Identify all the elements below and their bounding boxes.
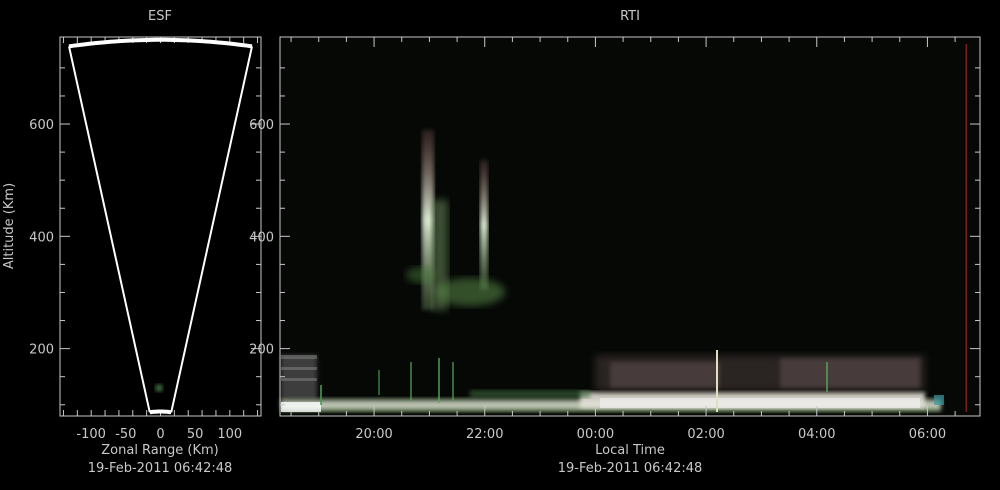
- rti-x-tick-labels: 20:00 22:00 00:00 02:00 04:00 06:00: [355, 427, 946, 442]
- rti-panel: RTI 200400600 20:00 22:00 00:00 02:00 04…: [249, 9, 981, 476]
- esf-title: ESF: [148, 9, 172, 24]
- esf-x-tick-label: 0: [156, 427, 164, 442]
- rti-x-tick-label: 20:00: [355, 427, 392, 442]
- esf-inner-arc: [149, 409, 172, 415]
- rti-x-tick-label: 06:00: [909, 427, 946, 442]
- rti-x-tick-label: 22:00: [466, 427, 503, 442]
- rti-y-tick-label: 400: [249, 230, 274, 245]
- rti-y-tick-label: 600: [249, 118, 274, 133]
- rti-echo-image: [280, 37, 980, 416]
- esf-echo-blob: [155, 384, 163, 392]
- rti-x-tick-label: 02:00: [687, 427, 724, 442]
- rti-y-tick-labels: 200 400 600: [249, 118, 274, 358]
- rti-timestamp: 19-Feb-2011 06:42:48: [558, 461, 703, 476]
- esf-y-tick-label: 200: [29, 343, 54, 358]
- esf-x-label: Zonal Range (Km): [101, 443, 218, 458]
- esf-y-tick-label: 600: [29, 118, 54, 133]
- esf-x-tick-label: 100: [217, 427, 242, 442]
- esf-x-tick-label: -50: [115, 427, 136, 442]
- esf-y-tick-label: 400: [29, 230, 54, 245]
- rti-title: RTI: [620, 9, 640, 24]
- esf-x-tick-label: -100: [76, 427, 106, 442]
- esf-y-tick-labels: 200 400 600: [29, 118, 54, 358]
- esf-outer-arc: [68, 37, 253, 49]
- esf-timestamp: 19-Feb-2011 06:42:48: [88, 461, 233, 476]
- esf-y-label: Altitude (Km): [2, 183, 17, 269]
- figure: ESF 200 400 600 -100 -50 0 50 100 Zonal Range …: [2, 9, 981, 476]
- esf-x-tick-label: 50: [187, 427, 204, 442]
- rti-y-tick-label: 200: [249, 343, 274, 358]
- esf-scan-fan: [68, 46, 253, 413]
- esf-axis-ticks: [60, 37, 261, 416]
- esf-plot-frame: [59, 36, 262, 417]
- rti-x-label: Local Time: [595, 443, 665, 458]
- rti-x-tick-label: 00:00: [577, 427, 614, 442]
- esf-panel: ESF 200 400 600 -100 -50 0 50 100 Zonal Range …: [2, 9, 262, 476]
- esf-x-tick-labels: -100 -50 0 50 100: [76, 427, 242, 442]
- rti-x-tick-label: 04:00: [798, 427, 835, 442]
